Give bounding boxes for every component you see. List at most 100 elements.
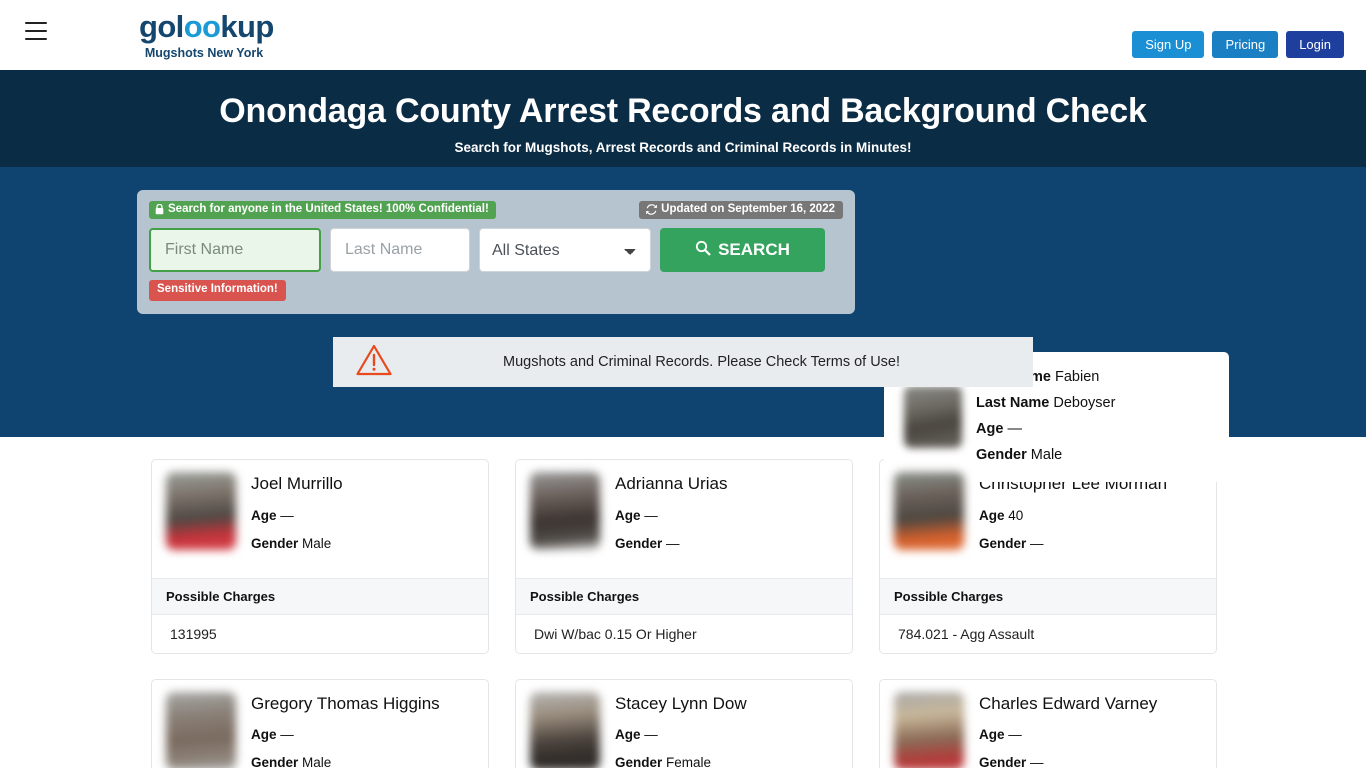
age-value: 40 [1008,507,1024,523]
gender-label: Gender [979,535,1027,551]
person-gender-row: Gender — [979,536,1167,551]
site-logo[interactable]: golookup Mugshots New York [139,9,274,60]
sensitive-information-badge: Sensitive Information! [149,280,286,301]
search-section: Search for anyone in the United States! … [0,167,1366,482]
charges-value: 784.021 - Agg Assault [898,625,1035,642]
result-card[interactable]: Adrianna Urias Age — Gender — Possible C… [515,459,853,654]
terms-warning-text: Mugshots and Criminal Records. Please Ch… [503,354,901,370]
person-name: Adrianna Urias [615,474,728,493]
result-card[interactable]: Joel Murrillo Age — Gender Male Possible… [151,459,489,654]
preview-last-name-value: Deboyser [1053,395,1116,412]
signup-button[interactable]: Sign Up [1132,31,1205,58]
preview-age-value: — [1007,421,1022,437]
person-name: Gregory Thomas Higgins [251,693,440,713]
result-card-header: Gregory Thomas Higgins Age — Gender Male [152,680,488,768]
logo-wordmark: golookup [139,9,274,44]
nav-button-group: Sign Up Pricing Login [1132,31,1344,58]
age-value: — [280,727,294,743]
hamburger-line [25,30,47,32]
hamburger-line [25,38,47,40]
updated-badge: Updated on September 16, 2022 [639,200,843,220]
result-card-info: Christopher Lee Morman Age 40 Gender — [979,472,1167,564]
search-icon [695,240,711,261]
logo-part-1: gol [139,9,184,44]
person-gender-row: Gender — [979,755,1157,768]
lock-icon [155,204,164,215]
gender-label: Gender [615,535,663,551]
charges-value: 131995 [170,625,217,642]
person-age-row: Age — [251,508,343,523]
preview-first-name-value: Fabien [1054,369,1100,386]
result-card-header: Joel Murrillo Age — Gender Male [152,460,488,578]
avatar [166,691,236,768]
age-label: Age [979,507,1005,523]
gender-label: Gender [979,755,1027,768]
age-label: Age [615,727,641,743]
age-label: Age [979,727,1005,743]
search-button-label: SEARCH [718,240,790,259]
person-gender-row: Gender — [615,536,727,551]
first-name-input[interactable] [149,228,321,272]
result-card-info: Gregory Thomas Higgins Age — Gender Male [251,692,440,768]
person-age-row: Age 40 [979,508,1167,523]
gender-value: — [1030,755,1044,768]
avatar [166,472,236,550]
search-button[interactable]: SEARCH [660,228,825,272]
result-card-info: Stacey Lynn Dow Age — Gender Female [615,692,747,768]
gender-value: — [666,535,680,551]
preview-gender-label: Gender [976,446,1027,463]
age-value: — [280,507,294,523]
refresh-icon [646,204,658,215]
logo-part-2: kup [220,9,274,44]
result-card-info: Joel Murrillo Age — Gender Male [251,472,343,564]
gender-value: Female [666,755,712,768]
search-panel-badges: Search for anyone in the United States! … [149,200,843,220]
preview-last-name-label: Last Name [976,395,1050,412]
gender-value: Male [302,535,332,551]
alert-triangle-icon [355,343,393,382]
hamburger-menu-icon[interactable] [25,22,47,40]
search-form: All States SEARCH [149,228,843,272]
logo-subtitle: Mugshots New York [144,46,264,60]
person-gender-row: Gender Male [251,536,343,551]
age-label: Age [615,507,641,523]
gender-value: — [1030,535,1044,551]
avatar [904,386,962,448]
age-label: Age [251,507,277,523]
result-card-header: Charles Edward Varney Age — Gender — [880,680,1216,768]
result-card[interactable]: Gregory Thomas Higgins Age — Gender Male [151,678,489,768]
avatar [894,472,964,550]
results-section: Joel Murrillo Age — Gender Male Possible… [0,437,1366,768]
updated-badge-text: Updated on September 16, 2022 [661,202,835,215]
avatar [530,472,600,550]
preview-last-name-row: Last Name Deboyser [976,391,1115,417]
login-button[interactable]: Login [1286,31,1344,58]
person-gender-row: Gender Female [615,755,747,768]
person-age-row: Age — [615,508,727,523]
avatar [894,691,964,768]
pricing-button[interactable]: Pricing [1212,31,1279,58]
gender-label: Gender [251,755,299,768]
age-value: — [1008,727,1022,743]
hamburger-line [25,22,47,24]
confidential-badge: Search for anyone in the United States! … [149,200,496,220]
age-value: — [644,507,658,523]
avatar [530,691,600,768]
result-card-info: Charles Edward Varney Age — Gender — [979,692,1157,768]
preview-gender-row: Gender Male [976,443,1115,469]
result-card[interactable]: Stacey Lynn Dow Age — Gender Female [515,678,853,768]
preview-gender-value: Male [1030,446,1063,463]
person-name: Stacey Lynn Dow [615,693,747,713]
person-name: Charles Edward Varney [979,693,1158,713]
confidential-badge-text: Search for anyone in the United States! … [168,202,489,215]
result-card[interactable]: Charles Edward Varney Age — Gender — [879,678,1217,768]
person-gender-row: Gender Male [251,755,440,768]
last-name-input[interactable] [330,228,470,272]
result-card[interactable]: Christopher Lee Morman Age 40 Gender — P… [879,459,1217,654]
hero-title-band: Onondaga County Arrest Records and Backg… [0,70,1366,167]
search-panel: Search for anyone in the United States! … [137,190,855,314]
page-subtitle: Search for Mugshots, Arrest Records and … [454,140,912,156]
result-card-header: Adrianna Urias Age — Gender — [516,460,852,578]
state-select[interactable]: All States [479,228,651,272]
age-value: — [644,727,658,743]
